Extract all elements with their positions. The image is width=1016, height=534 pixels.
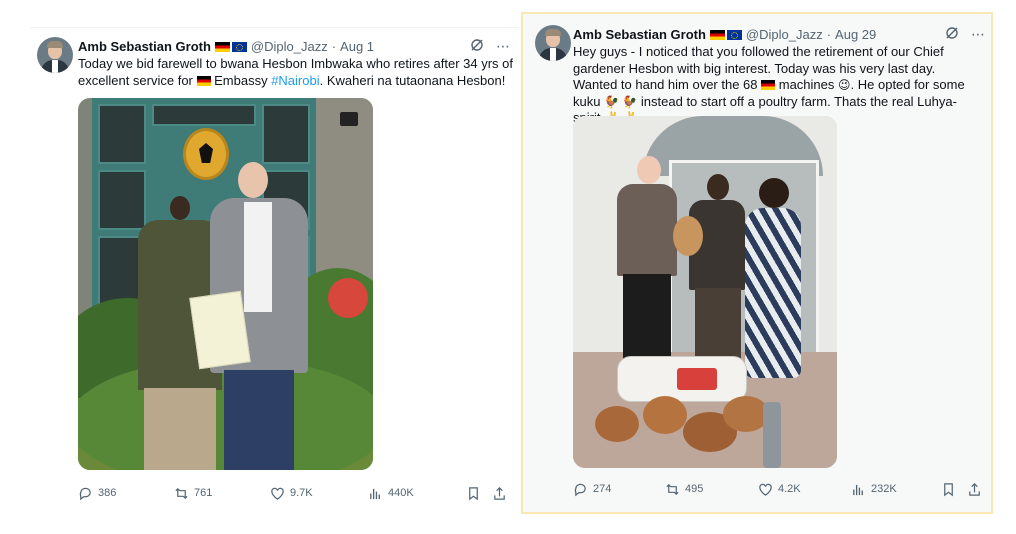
author-name[interactable]: Amb Sebastian Groth: [78, 38, 211, 55]
author-handle[interactable]: @Diplo_Jazz: [251, 38, 328, 55]
bookmark-icon: [469, 486, 478, 500]
tweet-actions: 386 761 9.7K 440K: [78, 484, 508, 502]
heart-icon: [271, 487, 284, 500]
more-options-icon[interactable]: ⋯: [971, 26, 985, 43]
views-count: 232K: [871, 483, 897, 495]
chicken: [643, 396, 687, 434]
window-pane: [262, 104, 310, 164]
views-icon: [370, 488, 380, 499]
retweet-count: 495: [685, 483, 704, 495]
grok-icon[interactable]: [945, 26, 959, 43]
sack-label: [677, 368, 717, 390]
header-icons: ⋯: [945, 26, 985, 43]
share-icon: [494, 486, 505, 500]
window-pane: [98, 170, 146, 230]
retweet-count: 761: [194, 487, 213, 499]
chicken-feeder: [763, 402, 781, 468]
like-button[interactable]: 9.7K: [270, 486, 313, 501]
tweet-date[interactable]: Aug 1: [340, 38, 374, 55]
header-icons: ⋯: [470, 38, 510, 55]
tweet-text-part: Embassy: [210, 72, 272, 88]
certificate-document: [189, 290, 251, 370]
like-count: 9.7K: [290, 487, 313, 499]
wall-lamp: [340, 112, 358, 126]
author-avatar[interactable]: [37, 37, 73, 73]
separator-dot: ·: [826, 27, 832, 42]
hashtag-link[interactable]: #Nairobi: [271, 73, 319, 88]
reply-count: 386: [98, 487, 117, 499]
reply-button[interactable]: 274: [573, 482, 611, 497]
reply-icon: [79, 487, 91, 500]
tweet-date[interactable]: Aug 29: [835, 26, 876, 43]
author-avatar[interactable]: [535, 25, 571, 61]
views-icon: [853, 484, 863, 495]
like-count: 4.2K: [778, 483, 801, 495]
person-dress: [745, 208, 801, 378]
grok-icon[interactable]: [470, 38, 484, 55]
tweet-text: Hey guys - I noticed that you followed t…: [573, 44, 983, 127]
views-count: 440K: [388, 487, 414, 499]
window-pane: [152, 104, 256, 126]
tweet-header: Amb Sebastian Groth @Diplo_Jazz · Aug 29: [573, 26, 876, 43]
bookmark-button[interactable]: [466, 486, 481, 501]
person-trousers: [144, 388, 216, 470]
person-jeans: [224, 370, 294, 470]
share-button[interactable]: [967, 482, 982, 497]
wink-emoji: 😉: [838, 78, 851, 92]
retweet-button[interactable]: 761: [174, 486, 212, 501]
bookmark-icon: [944, 482, 953, 496]
retweet-icon: [666, 483, 679, 495]
reply-count: 274: [593, 483, 612, 495]
chicken: [595, 406, 639, 442]
rooster-emoji: 🐓 🐓: [604, 94, 638, 109]
person-head: [759, 178, 789, 208]
germany-flag-icon: [196, 75, 211, 86]
views-button[interactable]: 440K: [368, 486, 414, 501]
separator-dot: ·: [331, 39, 337, 54]
bookmark-button[interactable]: [941, 482, 956, 497]
share-icon: [969, 482, 980, 496]
reply-icon: [574, 483, 586, 496]
more-options-icon[interactable]: ⋯: [496, 38, 510, 55]
tweet-text-part: . Kwaheri na tutaonana Hesbon!: [319, 72, 506, 88]
person-shirt: [244, 202, 272, 312]
person-head: [637, 156, 661, 184]
german-eagle-emblem: [183, 128, 229, 180]
person-blazer: [617, 184, 677, 276]
tweet-header: Amb Sebastian Groth @Diplo_Jazz · Aug 1: [78, 38, 374, 55]
eu-flag-icon: [726, 29, 742, 40]
author-handle[interactable]: @Diplo_Jazz: [746, 26, 823, 43]
germany-flag-icon: [761, 80, 776, 90]
retweet-button[interactable]: 495: [665, 482, 703, 497]
red-flowers: [328, 278, 368, 318]
tweet-photo-farewell[interactable]: [78, 98, 373, 470]
share-button[interactable]: [492, 486, 507, 501]
eu-flag-icon: [231, 41, 247, 52]
chicken: [673, 216, 703, 256]
tweet-text-part: machines: [775, 77, 839, 92]
tweet-actions: 274 495 4.2K 232K: [573, 480, 983, 498]
person-head: [170, 196, 190, 220]
person-head: [707, 174, 729, 200]
like-button[interactable]: 4.2K: [758, 482, 801, 497]
retweet-icon: [175, 487, 188, 499]
person-head: [238, 162, 268, 198]
germany-flag-icon: [709, 29, 725, 40]
heart-icon: [759, 483, 772, 496]
reply-button[interactable]: 386: [78, 486, 116, 501]
tweet-photo-chickens[interactable]: [573, 116, 837, 468]
germany-flag-icon: [214, 41, 230, 52]
tweet-text: Today we bid farewell to bwana Hesbon Im…: [78, 56, 514, 89]
window-pane: [98, 104, 146, 164]
author-name[interactable]: Amb Sebastian Groth: [573, 26, 706, 43]
views-button[interactable]: 232K: [851, 482, 897, 497]
